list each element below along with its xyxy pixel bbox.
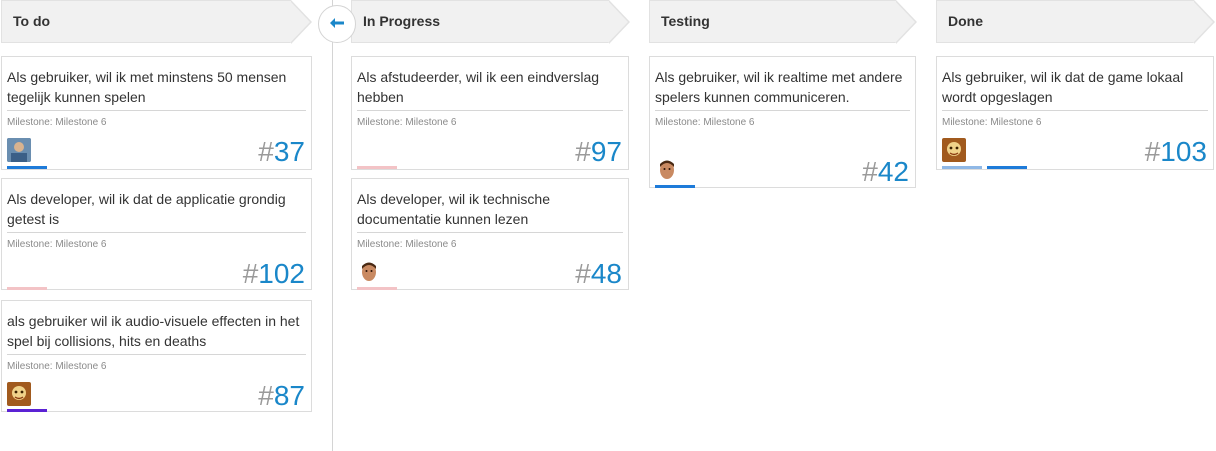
issue-title: als gebruiker wil ik audio-visuele effec… — [7, 311, 306, 355]
column-title: To do — [13, 13, 51, 29]
column-title: Testing — [661, 13, 710, 29]
issue-card-48[interactable]: Als developer, wil ik technische documen… — [351, 178, 629, 290]
chevron-right-icon — [608, 0, 630, 44]
issue-number: #97 — [575, 136, 622, 167]
column-todo: To do — [1, 0, 312, 44]
issue-milestone: Milestone: Milestone 6 — [7, 117, 107, 128]
progress-bar — [7, 287, 47, 290]
column-title: Done — [948, 13, 983, 29]
issue-number: #87 — [258, 380, 305, 411]
column-header-todo[interactable]: To do — [1, 0, 312, 44]
avatar — [7, 382, 31, 406]
issue-milestone: Milestone: Milestone 6 — [357, 239, 457, 250]
column-header-testing[interactable]: Testing — [649, 0, 917, 44]
collapse-back-button[interactable] — [318, 5, 356, 43]
column-title: In Progress — [363, 13, 441, 29]
issue-milestone: Milestone: Milestone 6 — [942, 117, 1042, 128]
issue-title: Als developer, wil ik technische documen… — [357, 189, 623, 233]
issue-title: Als gebruiker, wil ik dat de game lokaal… — [942, 67, 1208, 111]
issue-number: #42 — [862, 156, 909, 187]
issue-title: Als developer, wil ik dat de applicatie … — [7, 189, 306, 233]
issue-card-103[interactable]: Als gebruiker, wil ik dat de game lokaal… — [936, 56, 1214, 170]
progress-bar — [7, 409, 47, 412]
avatar — [655, 158, 679, 182]
issue-title: Als afstudeerder, wil ik een eindverslag… — [357, 67, 623, 111]
column-header-in-progress[interactable]: In Progress — [351, 0, 630, 44]
avatar — [942, 138, 966, 162]
avatar — [357, 260, 381, 284]
issue-title: Als gebruiker, wil ik met minstens 50 me… — [7, 67, 306, 111]
issue-number: #103 — [1144, 136, 1207, 167]
chevron-right-icon — [895, 0, 917, 44]
issue-milestone: Milestone: Milestone 6 — [357, 117, 457, 128]
issue-number: #48 — [575, 258, 622, 289]
issue-card-37[interactable]: Als gebruiker, wil ik met minstens 50 me… — [1, 56, 312, 170]
column-done: Done — [936, 0, 1215, 44]
issue-number: #102 — [242, 258, 305, 289]
progress-bar — [357, 166, 397, 169]
arrow-left-icon — [330, 15, 344, 33]
column-divider — [332, 0, 333, 451]
issue-number: #37 — [258, 136, 305, 167]
issue-milestone: Milestone: Milestone 6 — [7, 239, 107, 250]
issue-milestone: Milestone: Milestone 6 — [7, 361, 107, 372]
issue-card-102[interactable]: Als developer, wil ik dat de applicatie … — [1, 178, 312, 290]
column-in-progress: In Progress — [351, 0, 630, 44]
progress-bar — [942, 166, 982, 169]
progress-bar — [655, 185, 695, 188]
chevron-right-icon — [290, 0, 312, 44]
issue-card-42[interactable]: Als gebruiker, wil ik realtime met ander… — [649, 56, 916, 188]
issue-title: Als gebruiker, wil ik realtime met ander… — [655, 67, 910, 111]
progress-bar — [987, 166, 1027, 169]
column-testing: Testing — [649, 0, 917, 44]
issue-card-87[interactable]: als gebruiker wil ik audio-visuele effec… — [1, 300, 312, 412]
avatar — [7, 138, 31, 162]
column-header-done[interactable]: Done — [936, 0, 1215, 44]
issue-card-97[interactable]: Als afstudeerder, wil ik een eindverslag… — [351, 56, 629, 170]
chevron-right-icon — [1193, 0, 1215, 44]
progress-bar — [357, 287, 397, 290]
issue-milestone: Milestone: Milestone 6 — [655, 117, 755, 128]
progress-bar — [7, 166, 47, 169]
